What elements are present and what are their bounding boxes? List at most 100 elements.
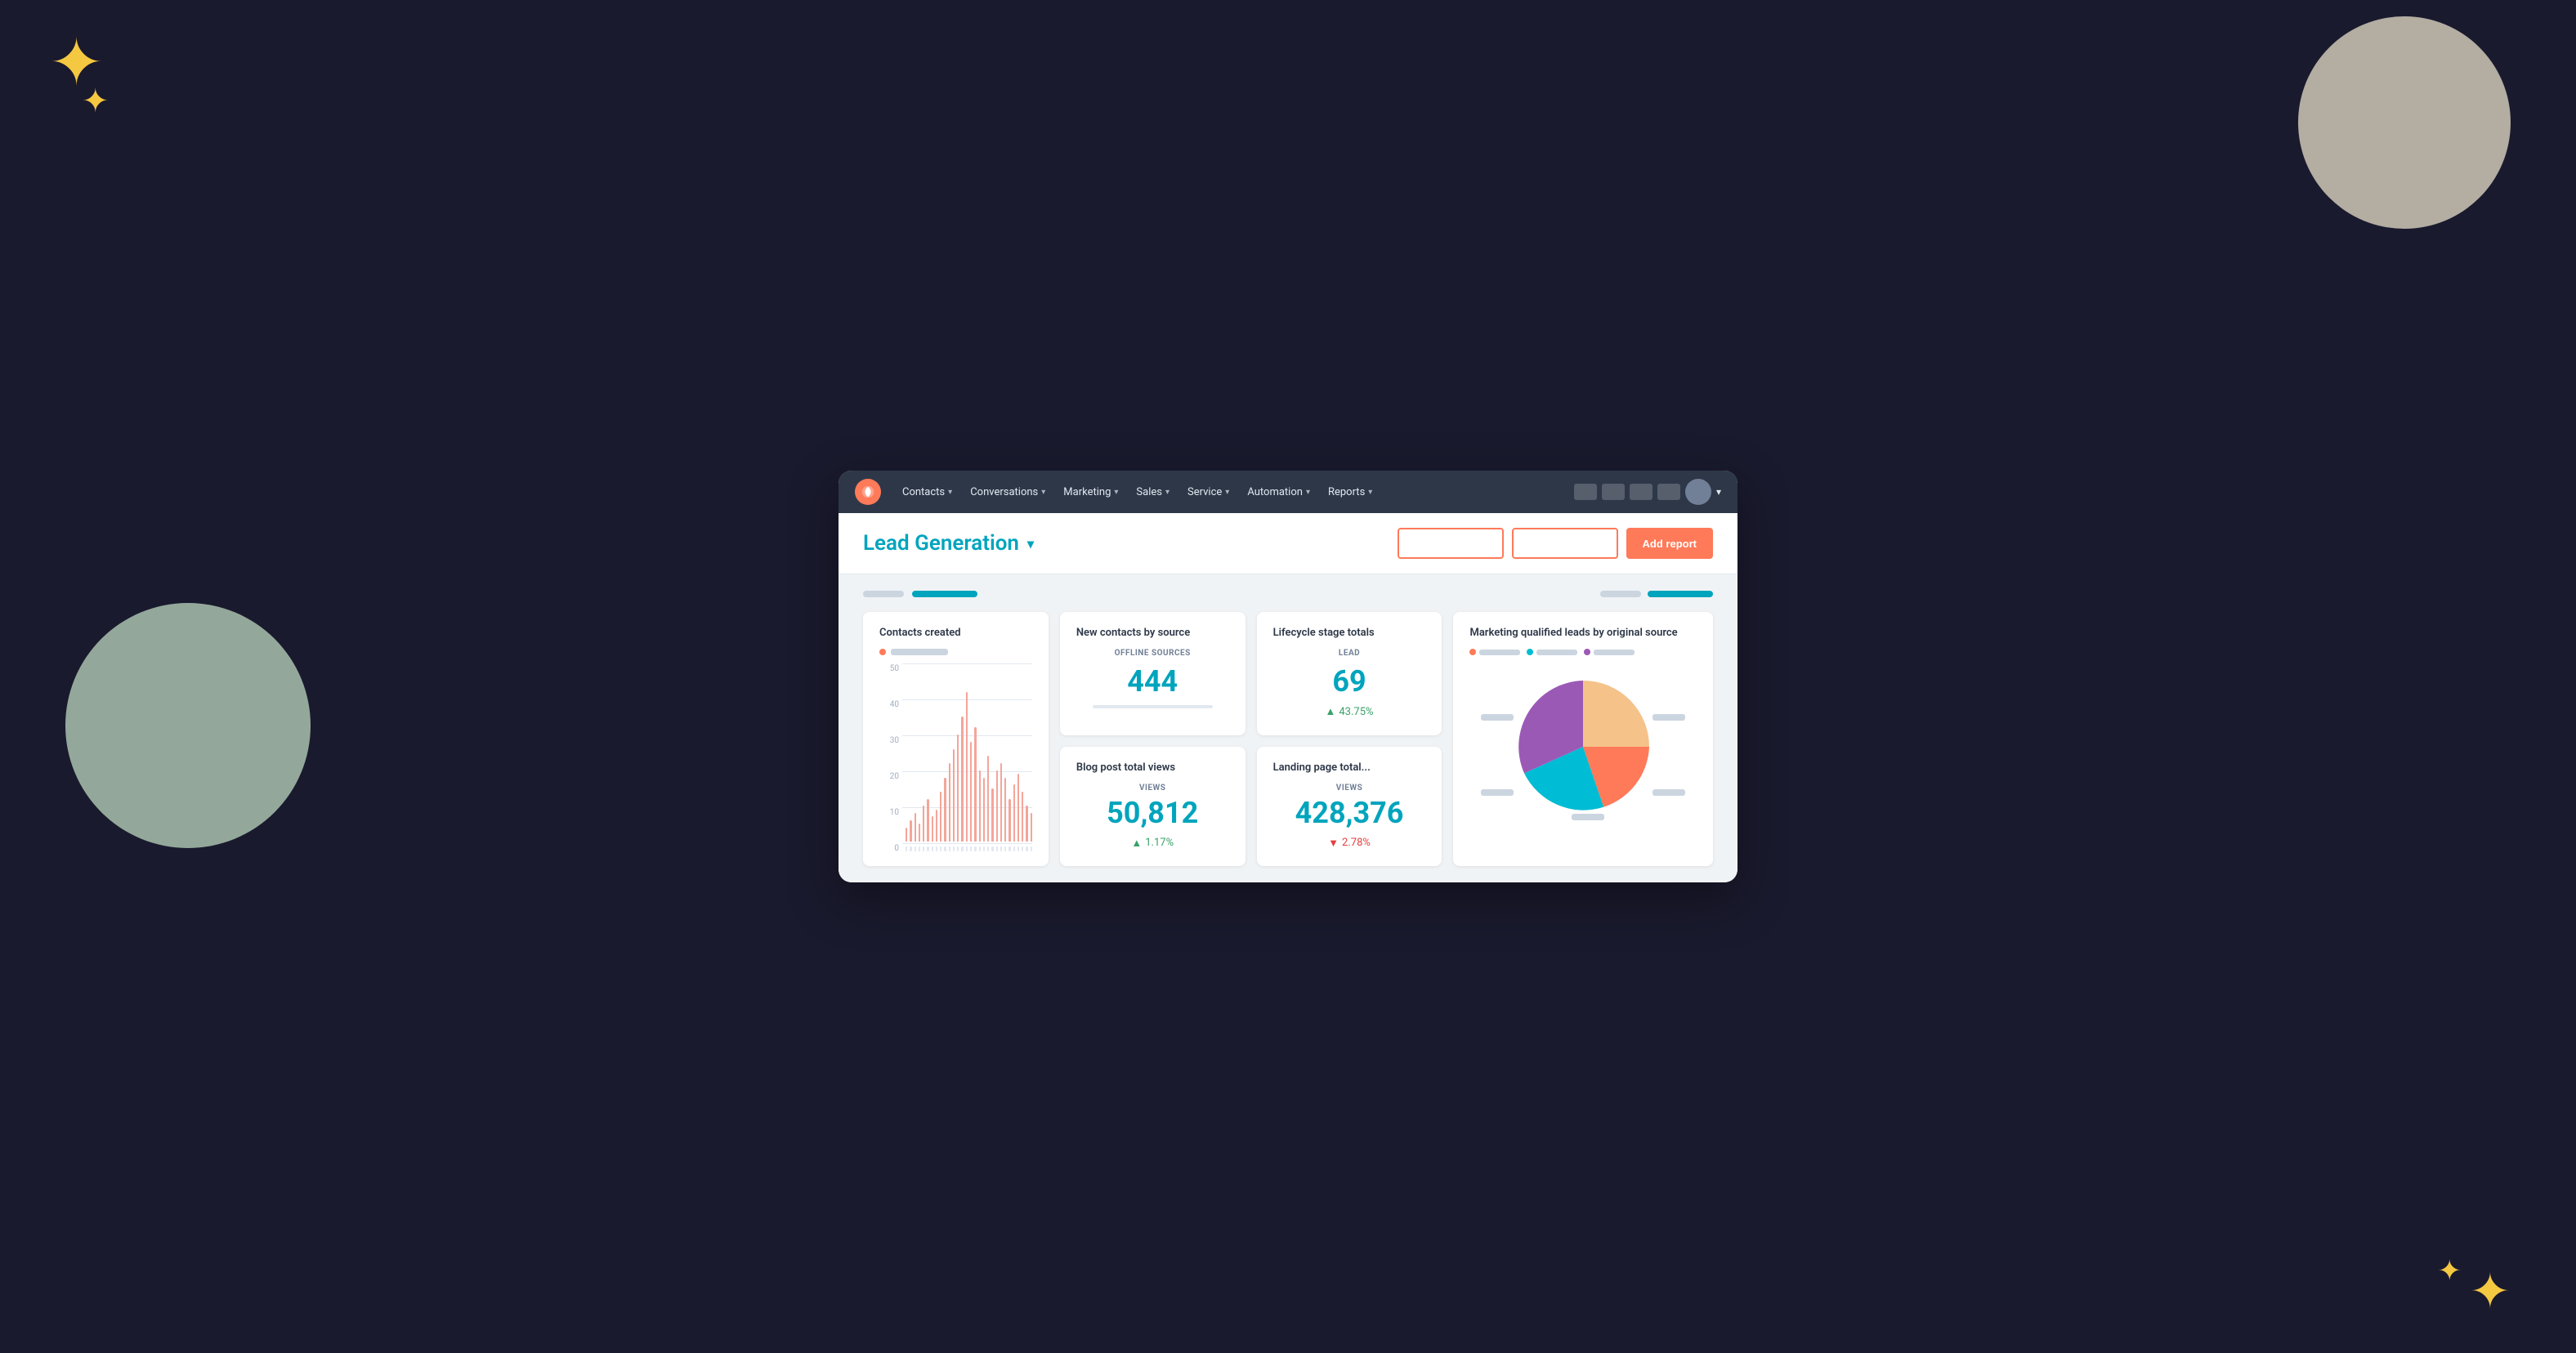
nav-menu: Contacts ▾ Conversations ▾ Marketing ▾ S… bbox=[894, 481, 1571, 503]
chevron-down-icon: ▾ bbox=[1306, 488, 1310, 497]
filter-bar-right bbox=[1600, 591, 1713, 597]
metric-progress-bar bbox=[1093, 705, 1213, 708]
chevron-down-icon: ▾ bbox=[1165, 488, 1169, 497]
landing-views-title: Landing page total... bbox=[1273, 761, 1426, 774]
nav-grid-button-2[interactable] bbox=[1602, 484, 1625, 500]
card-lifecycle-stage: Lifecycle stage totals LEAD 69 ▲ 43.75% bbox=[1257, 612, 1442, 735]
filter-button-1[interactable] bbox=[1398, 528, 1504, 559]
bars-container bbox=[906, 663, 1032, 843]
blog-views-value: 50,812 bbox=[1076, 796, 1229, 830]
bar bbox=[1008, 799, 1010, 842]
nav-conversations[interactable]: Conversations ▾ bbox=[962, 481, 1053, 503]
card-blog-views: Blog post total views VIEWS 50,812 ▲ 1.1… bbox=[1060, 747, 1246, 867]
arrow-down-icon: ▼ bbox=[1328, 837, 1339, 850]
blog-views-label: VIEWS bbox=[1076, 784, 1229, 793]
bar bbox=[927, 799, 928, 842]
arrow-up-icon: ▲ bbox=[1131, 837, 1142, 850]
chevron-down-icon: ▾ bbox=[948, 488, 952, 497]
chart-legend bbox=[879, 649, 1032, 655]
nav-service[interactable]: Service ▾ bbox=[1179, 481, 1237, 503]
star-decoration-tl: ✦ bbox=[49, 25, 104, 101]
dashboard-title[interactable]: Lead Generation ▾ bbox=[863, 531, 1034, 556]
legend-dot-teal bbox=[1527, 649, 1533, 655]
bar bbox=[940, 792, 941, 842]
bar bbox=[970, 742, 972, 842]
lead-label: LEAD bbox=[1273, 649, 1426, 658]
dashboard-content: Contacts created 50 40 30 20 10 0 bbox=[839, 574, 1737, 882]
bar bbox=[1017, 774, 1019, 842]
chevron-down-icon: ▾ bbox=[1225, 488, 1229, 497]
cards-grid: Contacts created 50 40 30 20 10 0 bbox=[863, 612, 1713, 866]
bar bbox=[1004, 778, 1006, 842]
user-avatar[interactable] bbox=[1685, 479, 1711, 505]
bar bbox=[923, 806, 924, 842]
filter-pill-inactive bbox=[863, 591, 904, 597]
mql-legend bbox=[1469, 649, 1697, 655]
pie-chart-wrapper bbox=[1469, 665, 1697, 828]
bar bbox=[1022, 792, 1023, 842]
grid-line-0: 0 bbox=[902, 843, 1032, 853]
nav-reports[interactable]: Reports ▾ bbox=[1320, 481, 1380, 503]
decorative-circle-green bbox=[65, 603, 311, 848]
mql-title: Marketing qualified leads by original so… bbox=[1469, 627, 1697, 639]
legend-dot-orange bbox=[1469, 649, 1476, 655]
bar bbox=[932, 816, 933, 842]
card-landing-views: Landing page total... VIEWS 428,376 ▼ 2.… bbox=[1257, 747, 1442, 867]
arrow-up-icon: ▲ bbox=[1326, 705, 1336, 718]
dashboard-title-text: Lead Generation bbox=[863, 531, 1019, 556]
blog-views-title: Blog post total views bbox=[1076, 761, 1229, 774]
nav-contacts[interactable]: Contacts ▾ bbox=[894, 481, 960, 503]
bar bbox=[979, 770, 981, 842]
browser-window: Contacts ▾ Conversations ▾ Marketing ▾ S… bbox=[839, 471, 1737, 882]
chevron-down-icon: ▾ bbox=[1114, 488, 1118, 497]
nav-automation[interactable]: Automation ▾ bbox=[1239, 481, 1318, 503]
bar bbox=[949, 763, 950, 842]
bar bbox=[987, 756, 989, 842]
hubspot-logo[interactable] bbox=[855, 479, 881, 505]
bar-chart: 50 40 30 20 10 0 bbox=[879, 663, 1032, 843]
legend-text-2 bbox=[1536, 650, 1577, 655]
header-actions: Add report bbox=[1398, 528, 1713, 559]
lifecycle-change: ▲ 43.75% bbox=[1273, 705, 1426, 718]
bar bbox=[1026, 806, 1027, 842]
bar bbox=[944, 778, 946, 842]
nav-grid-button-1[interactable] bbox=[1574, 484, 1597, 500]
offline-sources-label: OFFLINE SOURCES bbox=[1076, 649, 1229, 658]
new-contacts-title: New contacts by source bbox=[1076, 627, 1229, 639]
legend-dot bbox=[879, 649, 886, 655]
avatar-chevron[interactable]: ▾ bbox=[1716, 486, 1721, 498]
bar bbox=[966, 692, 968, 842]
bar bbox=[1031, 813, 1032, 842]
star-decoration-br2: ✦ bbox=[2438, 1254, 2462, 1288]
pie-label-br bbox=[1652, 789, 1685, 796]
nav-sales[interactable]: Sales ▾ bbox=[1128, 481, 1178, 503]
bar bbox=[961, 717, 963, 842]
chevron-down-icon: ▾ bbox=[1368, 488, 1372, 497]
offline-sources-value: 444 bbox=[1076, 664, 1229, 699]
dashboard-dropdown-icon: ▾ bbox=[1027, 536, 1034, 551]
decorative-circle-cream bbox=[2298, 16, 2511, 229]
legend-text-3 bbox=[1594, 650, 1635, 655]
nav-grid-button-4[interactable] bbox=[1657, 484, 1680, 500]
add-report-button[interactable]: Add report bbox=[1626, 528, 1713, 559]
filter-bar bbox=[863, 591, 1713, 597]
pie-chart bbox=[1509, 673, 1657, 820]
pie-label-b bbox=[1572, 814, 1604, 820]
chevron-down-icon: ▾ bbox=[1041, 488, 1045, 497]
star-decoration-tl2: ✦ bbox=[82, 82, 110, 120]
pie-label-tr bbox=[1652, 714, 1685, 721]
bar bbox=[910, 820, 911, 842]
nav-marketing[interactable]: Marketing ▾ bbox=[1055, 481, 1126, 503]
card-mql: Marketing qualified leads by original so… bbox=[1453, 612, 1713, 866]
lifecycle-stage-title: Lifecycle stage totals bbox=[1273, 627, 1426, 639]
legend-label bbox=[891, 649, 948, 655]
star-decoration-br: ✦ bbox=[2470, 1262, 2511, 1320]
contacts-created-title: Contacts created bbox=[879, 627, 1032, 639]
bar bbox=[936, 810, 937, 842]
lead-value: 69 bbox=[1273, 664, 1426, 699]
nav-grid-button-3[interactable] bbox=[1630, 484, 1652, 500]
legend-dot-purple bbox=[1584, 649, 1590, 655]
bar bbox=[953, 749, 955, 842]
filter-button-2[interactable] bbox=[1512, 528, 1618, 559]
landing-views-change: ▼ 2.78% bbox=[1273, 837, 1426, 850]
